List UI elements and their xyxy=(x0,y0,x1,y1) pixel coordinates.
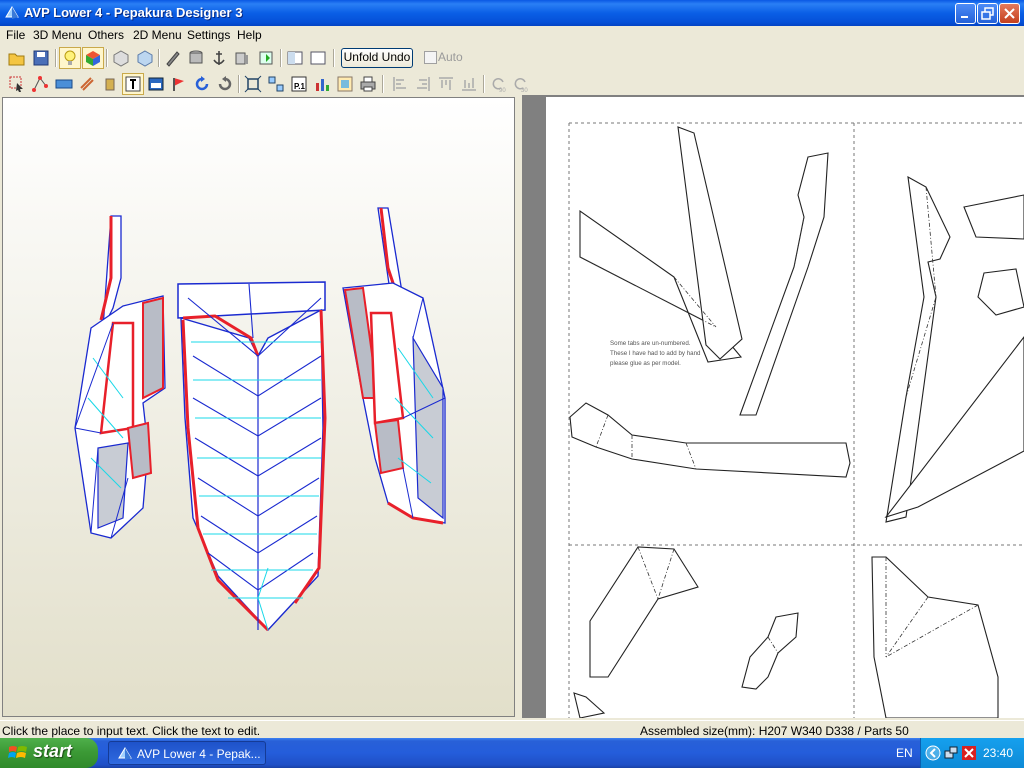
antivirus-icon[interactable] xyxy=(961,745,977,761)
color-cube-icon[interactable] xyxy=(82,47,104,69)
svg-text:30: 30 xyxy=(521,88,528,94)
box-icon[interactable] xyxy=(232,48,252,68)
restore-button[interactable] xyxy=(977,3,998,24)
toolbar-3d: Unfold Undo Auto xyxy=(0,46,1024,70)
right-model-part xyxy=(342,207,446,525)
menu-3d[interactable]: 3D Menu xyxy=(33,28,82,42)
rotate-cw-icon[interactable] xyxy=(215,74,235,94)
parts-layout-icon[interactable] xyxy=(266,74,286,94)
image-icon[interactable] xyxy=(146,74,166,94)
clock[interactable]: 23:40 xyxy=(983,746,1013,760)
open-icon[interactable] xyxy=(7,48,27,68)
anchor-icon[interactable] xyxy=(209,48,229,68)
close-button[interactable] xyxy=(999,3,1020,24)
panel-left-icon[interactable] xyxy=(285,48,305,68)
save-icon[interactable] xyxy=(31,48,51,68)
text-tool-icon[interactable] xyxy=(122,73,144,95)
menu-file[interactable]: File xyxy=(6,28,25,42)
print-icon[interactable] xyxy=(358,74,378,94)
start-button[interactable]: start xyxy=(0,738,98,768)
window-title: AVP Lower 4 - Pepakura Designer 3 xyxy=(24,5,243,20)
auto-checkbox[interactable] xyxy=(424,51,437,64)
system-tray: 23:40 xyxy=(920,738,1024,768)
svg-text:90: 90 xyxy=(499,88,506,94)
panel-right-icon[interactable] xyxy=(308,48,328,68)
paper-note-line: These I have had to add by hand xyxy=(610,350,701,357)
menu-others[interactable]: Others xyxy=(88,28,124,42)
ruler-icon[interactable] xyxy=(54,74,74,94)
stack-icon[interactable] xyxy=(77,74,97,94)
page-number-icon[interactable]: P.1 xyxy=(289,74,309,94)
unfold-undo-button[interactable]: Unfold Undo xyxy=(341,48,413,68)
pepakura-task-icon xyxy=(118,747,132,760)
assembled-size: Assembled size(mm): H207 W340 D338 / Par… xyxy=(640,724,909,738)
status-hint: Click the place to input text. Click the… xyxy=(2,724,261,738)
taskbar-app-label: AVP Lower 4 - Pepak... xyxy=(137,747,261,761)
3d-view[interactable] xyxy=(2,97,515,717)
paper-note[interactable]: Some tabs are un-numbered. These I have … xyxy=(610,340,701,367)
align-right-icon xyxy=(417,77,430,91)
fit-page-icon[interactable] xyxy=(243,74,263,94)
toolbar-2d: P.1 90 30 xyxy=(0,72,1024,96)
close-icon xyxy=(1004,8,1015,19)
paper-sheet: Some tabs are un-numbered. These I have … xyxy=(546,97,1024,718)
network-icon[interactable] xyxy=(943,745,959,761)
cylinder-icon[interactable] xyxy=(186,48,206,68)
green-arrow-icon[interactable] xyxy=(256,48,276,68)
minimize-icon xyxy=(961,16,968,18)
align-top-icon xyxy=(439,77,453,90)
rotate-30-icon: 30 xyxy=(514,78,528,94)
language-indicator[interactable]: EN xyxy=(896,746,913,760)
menu-bar: File 3D Menu Others 2D Menu Settings Hel… xyxy=(0,26,1024,44)
menu-2d[interactable]: 2D Menu xyxy=(133,28,182,42)
paper-note-line: Some tabs are un-numbered. xyxy=(610,340,691,347)
rotate-ccw-icon[interactable] xyxy=(192,74,212,94)
menu-settings[interactable]: Settings xyxy=(187,28,230,42)
chart-icon[interactable] xyxy=(312,74,332,94)
svg-text:P.1: P.1 xyxy=(294,82,306,91)
center-model-part xyxy=(177,281,327,632)
node-edit-icon[interactable] xyxy=(30,74,50,94)
taskbar: start AVP Lower 4 - Pepak... EN 23:40 xyxy=(0,738,1024,768)
taskbar-app-button[interactable]: AVP Lower 4 - Pepak... xyxy=(108,741,266,765)
2d-view[interactable]: Some tabs are un-numbered. These I have … xyxy=(522,95,1024,718)
select-arrow-icon[interactable] xyxy=(7,74,27,94)
pencil-icon[interactable] xyxy=(163,48,183,68)
title-bar: AVP Lower 4 - Pepakura Designer 3 xyxy=(0,0,1024,26)
auto-label: Auto xyxy=(438,50,463,64)
windows-logo-icon xyxy=(8,746,27,758)
restore-icon xyxy=(981,7,994,20)
shaded-cube-icon[interactable] xyxy=(135,48,155,68)
start-label: start xyxy=(33,741,73,761)
bucket-icon[interactable] xyxy=(100,74,120,94)
pepakura-app-icon[interactable] xyxy=(4,5,20,21)
part-shape xyxy=(569,126,1024,718)
align-left-icon xyxy=(393,77,406,91)
status-bar: Click the place to input text. Click the… xyxy=(0,720,1024,739)
flag-icon[interactable] xyxy=(169,74,189,94)
3d-model xyxy=(74,207,446,632)
paper-note-line: please glue as per model. xyxy=(610,360,681,367)
menu-help[interactable]: Help xyxy=(237,28,262,42)
align-bottom-icon xyxy=(462,78,476,91)
wire-cube-icon[interactable] xyxy=(111,48,131,68)
rotate-90-icon: 90 xyxy=(492,78,506,94)
lightbulb-icon[interactable] xyxy=(59,47,81,69)
minimize-button[interactable] xyxy=(955,3,976,24)
texture-icon[interactable] xyxy=(335,74,355,94)
left-model-part xyxy=(74,215,166,539)
tray-expand-icon[interactable] xyxy=(925,745,941,761)
unfolded-parts: Some tabs are un-numbered. These I have … xyxy=(568,122,1024,718)
